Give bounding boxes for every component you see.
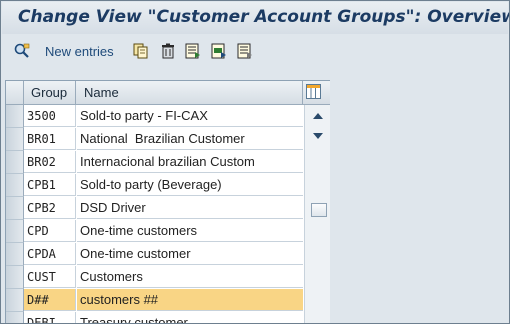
table-row-highlighted[interactable]: D## customers ##	[6, 289, 303, 312]
name-cell[interactable]: Internacional brazilian Custom	[77, 151, 303, 173]
group-cell[interactable]: BR02	[24, 151, 76, 173]
table-row[interactable]: CPB2 DSD Driver	[6, 197, 303, 220]
table-row[interactable]: CPDA One-time customer	[6, 243, 303, 266]
name-cell[interactable]: DSD Driver	[77, 197, 303, 219]
select-all-icon	[185, 43, 200, 59]
name-cell[interactable]: One-time customers	[77, 220, 303, 242]
select-all-button[interactable]	[185, 43, 201, 61]
sap-window: Change View "Customer Account Groups": O…	[0, 0, 510, 324]
delete-icon	[162, 43, 174, 59]
name-cell[interactable]: Sold-to party (Beverage)	[77, 174, 303, 196]
select-all-rows-cell[interactable]	[6, 81, 24, 104]
name-cell[interactable]: National Brazilian Customer	[77, 128, 303, 150]
customer-account-groups-table: Group Name 3500 Sold-to party - FI-CAX B…	[5, 80, 330, 323]
row-selector[interactable]	[6, 289, 24, 312]
select-block-button[interactable]	[211, 43, 227, 61]
row-selector[interactable]	[6, 151, 24, 174]
name-cell[interactable]: Customers	[77, 266, 303, 288]
window-title: Change View "Customer Account Groups": O…	[18, 7, 510, 27]
table-row[interactable]: DEBI Treasury customer	[6, 312, 303, 323]
name-cell[interactable]: Treasury customer	[77, 312, 303, 323]
table-row[interactable]: CUST Customers	[6, 266, 303, 289]
table-row[interactable]: 3500 Sold-to party - FI-CAX	[6, 105, 303, 128]
table-settings-button[interactable]	[306, 84, 321, 99]
table-row[interactable]: BR02 Internacional brazilian Custom	[6, 151, 303, 174]
deselect-all-button[interactable]	[237, 43, 253, 61]
group-cell[interactable]: D##	[24, 289, 76, 311]
group-cell[interactable]: CPDA	[24, 243, 76, 265]
table-row[interactable]: BR01 National Brazilian Customer	[6, 128, 303, 151]
group-cell[interactable]: BR01	[24, 128, 76, 150]
new-entries-button[interactable]: New entries	[45, 44, 114, 59]
table-header: Group Name	[6, 81, 330, 105]
delete-button[interactable]	[160, 43, 176, 61]
scroll-down-arrow-icon[interactable]	[313, 133, 323, 139]
row-selector[interactable]	[6, 312, 24, 323]
name-cell[interactable]: One-time customer	[77, 243, 303, 265]
copy-icon	[133, 43, 148, 59]
group-cell[interactable]: 3500	[24, 105, 76, 127]
group-cell[interactable]: DEBI	[24, 312, 76, 323]
empty-work-area	[331, 80, 509, 323]
select-block-icon	[211, 43, 226, 59]
display-change-icon	[14, 43, 30, 58]
table-settings-icon	[307, 85, 320, 98]
display-change-button[interactable]	[14, 43, 32, 61]
row-selector[interactable]	[6, 243, 24, 266]
group-cell[interactable]: CPB1	[24, 174, 76, 196]
name-cell[interactable]: Sold-to party - FI-CAX	[77, 105, 303, 127]
application-toolbar: New entries	[2, 35, 508, 69]
row-selector[interactable]	[6, 220, 24, 243]
table-row[interactable]: CPB1 Sold-to party (Beverage)	[6, 174, 303, 197]
scroll-up-arrow-icon[interactable]	[313, 113, 323, 119]
copy-button[interactable]	[133, 43, 149, 61]
vertical-scrollbar[interactable]	[304, 105, 330, 323]
name-cell[interactable]: customers ##	[77, 289, 303, 311]
title-bar: Change View "Customer Account Groups": O…	[2, 2, 510, 34]
row-selector[interactable]	[6, 174, 24, 197]
group-cell[interactable]: CPD	[24, 220, 76, 242]
row-selector[interactable]	[6, 128, 24, 151]
group-cell[interactable]: CPB2	[24, 197, 76, 219]
table-row[interactable]: CPD One-time customers	[6, 220, 303, 243]
column-header-group[interactable]: Group	[24, 81, 76, 104]
deselect-all-icon	[237, 43, 252, 59]
row-selector[interactable]	[6, 266, 24, 289]
row-selector[interactable]	[6, 105, 24, 128]
scrollbar-thumb[interactable]	[311, 203, 327, 217]
row-selector[interactable]	[6, 197, 24, 220]
column-header-name[interactable]: Name	[77, 81, 303, 104]
group-cell[interactable]: CUST	[24, 266, 76, 288]
